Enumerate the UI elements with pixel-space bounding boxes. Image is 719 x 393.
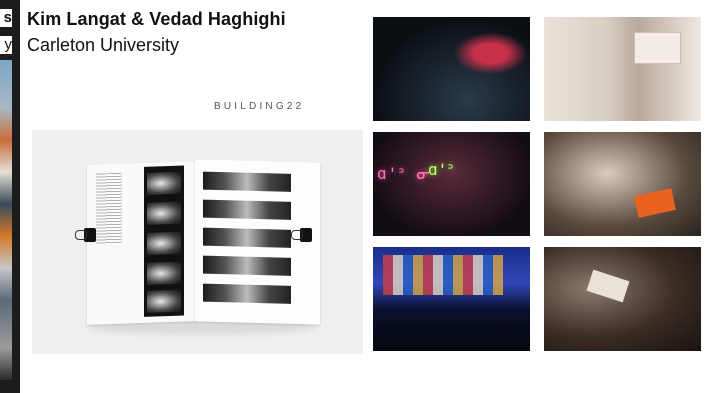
image-row xyxy=(203,227,291,248)
neon-sign-text: ɑ'ᐣ ᓂ xyxy=(377,164,431,183)
gallery-photo-event-crowd[interactable] xyxy=(373,17,530,121)
previous-item-subtitle-fragment: y xyxy=(0,36,12,54)
image-row xyxy=(203,255,291,276)
book-photo[interactable] xyxy=(32,130,363,354)
project-tag: BUILDING22 xyxy=(214,101,305,112)
neon-sign-text-green: ɑ'ᐣ xyxy=(428,160,454,179)
previous-item-title-fragment: s xyxy=(0,9,12,27)
binder-clip-icon xyxy=(291,228,312,242)
image-row xyxy=(203,199,291,220)
binder-clip-icon xyxy=(75,228,96,242)
project-institution: Carleton University xyxy=(27,35,180,55)
gallery-photo-reading[interactable] xyxy=(544,17,701,121)
book-left-page xyxy=(87,161,197,325)
film-strip xyxy=(144,165,184,317)
previous-item-edge[interactable]: s y xyxy=(0,0,20,393)
gallery-photo-booth[interactable] xyxy=(544,132,701,236)
gallery-photo-projection[interactable] xyxy=(373,247,530,351)
page-text-block xyxy=(96,172,122,244)
gallery-photo-book-reader[interactable] xyxy=(544,247,701,351)
book-right-page xyxy=(195,159,320,325)
project-authors: Kim Langat & Vedad Haghighi xyxy=(27,9,286,29)
image-row xyxy=(203,171,291,192)
gallery-photo-neon-sign[interactable]: ɑ'ᐣ ᓂ ɑ'ᐣ xyxy=(373,132,530,236)
previous-item-image xyxy=(0,60,12,380)
image-row xyxy=(203,283,291,304)
